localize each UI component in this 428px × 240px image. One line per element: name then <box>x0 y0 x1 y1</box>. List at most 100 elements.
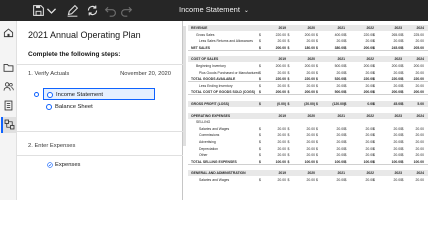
cell-value[interactable]: 100.00 <box>266 159 286 165</box>
cell-value[interactable]: 2022 <box>354 25 374 31</box>
cell-value[interactable]: 20.00 <box>404 132 425 138</box>
cell-value[interactable]: 200.00 <box>404 89 424 95</box>
table-row[interactable]: Beginning Inventory $ $ $ $ $ $200.00 200.00 500… <box>188 63 428 69</box>
cell-value[interactable]: 220.00 <box>295 76 315 82</box>
table-row[interactable]: Depreciation $ $ $ $ $ $20.00 20.00 20.00 20.00 20… <box>188 146 428 152</box>
cell-value[interactable]: 20.00 <box>382 152 403 158</box>
cell-value[interactable]: 20.00 <box>295 152 316 158</box>
cell-value[interactable]: 200.00 <box>354 45 374 51</box>
cell-value[interactable]: 200.00 <box>266 45 286 51</box>
table-row[interactable]: Less Ending Inventory $ $ $ $ $ $20.00 20.00 20.… <box>188 83 428 89</box>
cell-value[interactable]: 2022 <box>354 170 374 176</box>
cell-value[interactable]: 2021 <box>325 113 345 119</box>
cell-value[interactable]: 20.00 <box>382 38 403 44</box>
cell-value[interactable]: 20.00 <box>266 83 287 89</box>
cell-value[interactable]: 100.00 <box>295 159 315 165</box>
cell-value[interactable]: 20.00 <box>266 152 287 158</box>
cell-value[interactable]: 100.00 <box>382 159 402 165</box>
cell-value[interactable]: 2023 <box>382 170 402 176</box>
workflow-icon[interactable] <box>1 117 16 133</box>
cell-value[interactable]: 20.00 <box>266 70 287 76</box>
cell-value[interactable]: 20.00 <box>266 126 287 132</box>
cell-value[interactable]: 500.00 <box>325 63 345 69</box>
cell-value[interactable]: 200.00 <box>295 63 315 69</box>
cell-value[interactable]: 220.00 <box>266 76 286 82</box>
cell-value[interactable]: 2019 <box>266 25 286 31</box>
cell-value[interactable]: 2021 <box>325 25 345 31</box>
cell-value[interactable]: 5.00 <box>404 101 424 107</box>
cell-value[interactable]: 20.00 <box>325 83 346 89</box>
cell-value[interactable]: 45.00 <box>382 101 403 107</box>
step-2-label[interactable]: 2. Enter Expenses <box>28 143 75 149</box>
cell-value[interactable]: 20.00 <box>404 152 425 158</box>
cell-value[interactable]: 200.00 <box>295 32 315 38</box>
cell-value[interactable]: 220.00 <box>382 76 402 82</box>
table-row[interactable]: Other $ $ $ $ $ $20.00 20.00 20.00 20.00 20.00 20.0… <box>188 152 428 158</box>
section-header-row[interactable]: REVENUE 2019 2020 2021 2022 2023 2024 <box>188 25 428 31</box>
cell-value[interactable]: 2024 <box>404 56 424 62</box>
cell-value[interactable]: 2022 <box>354 113 374 119</box>
cell-value[interactable]: 200.00 <box>404 63 424 69</box>
cell-value[interactable]: 200.00 <box>382 89 402 95</box>
cell-value[interactable]: 20.00 <box>266 146 287 152</box>
cell-value[interactable]: (20.00) <box>295 101 315 107</box>
table-row[interactable]: Advertising $ $ $ $ $ $20.00 20.00 20.00 20.00 20.… <box>188 139 428 145</box>
cell-value[interactable]: 20.00 <box>354 126 375 132</box>
cell-value[interactable]: 400.00 <box>325 32 345 38</box>
cell-value[interactable]: 20.00 <box>404 146 425 152</box>
table-row[interactable]: Salaries and Wages $ $ $ $ $ $20.00 20.00 20.00 2… <box>188 177 428 183</box>
cell-value[interactable]: 220.00 <box>266 32 286 38</box>
cell-value[interactable]: 220.00 <box>354 32 374 38</box>
cell-value[interactable]: 2023 <box>382 113 402 119</box>
cell-value[interactable]: 20.00 <box>325 38 346 44</box>
panel-scrollbar[interactable] <box>183 26 186 146</box>
home-icon[interactable] <box>3 27 14 38</box>
document-title[interactable]: Income Statement ⌄ <box>0 5 428 14</box>
cell-value[interactable]: 200.00 <box>354 89 374 95</box>
cell-value[interactable]: 20.00 <box>404 177 425 183</box>
cell-value[interactable]: 20.00 <box>354 83 375 89</box>
document-icon[interactable] <box>3 100 14 111</box>
cell-value[interactable]: 100.00 <box>404 159 424 165</box>
cell-value[interactable]: 20.00 <box>382 146 403 152</box>
cell-value[interactable]: 20.00 <box>354 139 375 145</box>
cell-value[interactable]: 225.00 <box>404 32 424 38</box>
cell-value[interactable]: 220.00 <box>354 76 374 82</box>
cell-value[interactable]: 205.00 <box>404 45 424 51</box>
cell-value[interactable]: 2022 <box>354 56 374 62</box>
total-row[interactable]: TOTAL SELLING EXPENSES $ $ $ $ $ $100.00 100.00… <box>188 159 428 165</box>
cell-value[interactable]: 2024 <box>404 170 424 176</box>
table-row[interactable]: SELLING <box>188 119 428 125</box>
cell-value[interactable]: 20.00 <box>404 83 425 89</box>
cell-value[interactable]: 20.00 <box>404 38 425 44</box>
cell-value[interactable]: 200.00 <box>295 89 315 95</box>
cell-value[interactable]: 20.00 <box>266 132 287 138</box>
income-statement-sheet[interactable]: REVENUE 2019 2020 2021 2022 2023 2024 Gross Sal… <box>188 21 428 200</box>
table-row[interactable]: Commissions $ $ $ $ $ $20.00 20.00 20.00 20.00 20.… <box>188 132 428 138</box>
section-header-row[interactable]: OPERATING EXPENSES 2019 2020 2021 2022 2023 20… <box>188 112 428 119</box>
cell-value[interactable]: 2020 <box>295 113 315 119</box>
cell-value[interactable]: 245.00 <box>382 45 402 51</box>
table-row[interactable]: Less Sales Returns and Allowances $ $ $ $ $ $2… <box>188 38 428 44</box>
cell-value[interactable]: 2019 <box>266 170 286 176</box>
cell-value[interactable]: 20.00 <box>354 152 375 158</box>
total-row[interactable]: NET SALES $ $ $ $ $ $200.00 180.00 380.00 200.00 2… <box>188 45 428 51</box>
cell-value[interactable]: 220.00 <box>404 76 424 82</box>
cell-value[interactable]: 2020 <box>295 56 315 62</box>
cell-value[interactable]: 20.00 <box>295 83 316 89</box>
cell-value[interactable]: 200.00 <box>354 63 374 69</box>
cell-value[interactable]: 2019 <box>266 56 286 62</box>
cell-value[interactable]: 200.00 <box>382 63 402 69</box>
cell-value[interactable]: 20.00 <box>295 139 316 145</box>
step-item-income-statement[interactable]: Income Statement <box>43 88 155 100</box>
cell-value[interactable]: 265.00 <box>382 32 402 38</box>
cell-value[interactable]: 100.00 <box>325 159 345 165</box>
cell-value[interactable]: 520.00 <box>325 76 345 82</box>
cell-value[interactable]: 200.00 <box>266 63 286 69</box>
cell-value[interactable]: 200.00 <box>266 89 286 95</box>
cell-value[interactable]: 20.00 <box>295 177 316 183</box>
cell-value[interactable]: 2023 <box>382 56 402 62</box>
cell-value[interactable]: 20.00 <box>382 132 403 138</box>
cell-value[interactable]: 20.00 <box>325 132 346 138</box>
cell-value[interactable]: 2020 <box>295 170 315 176</box>
